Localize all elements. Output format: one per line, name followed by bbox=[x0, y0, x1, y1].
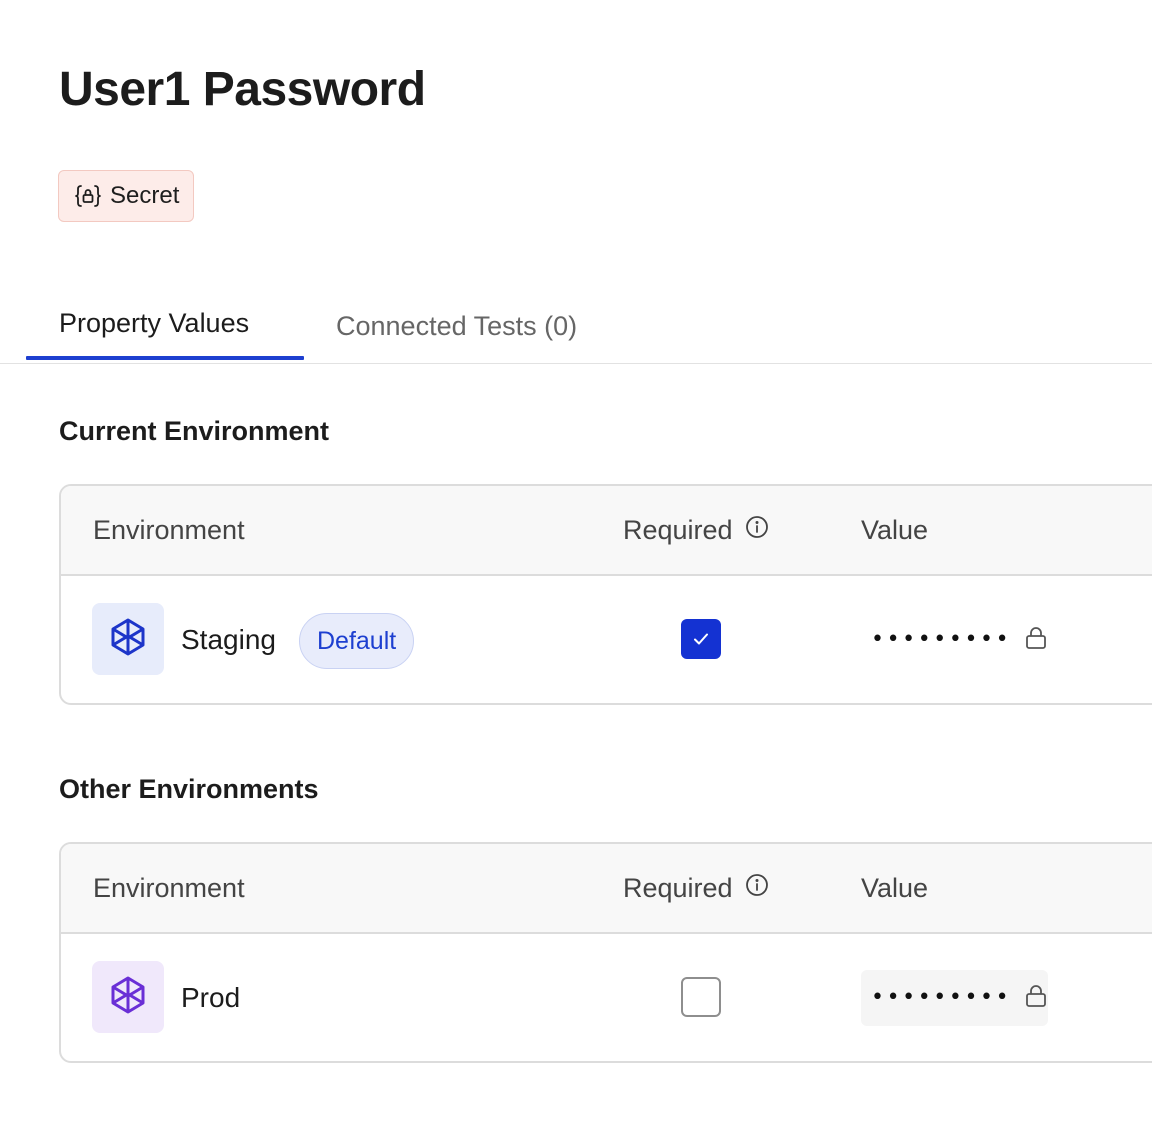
current-environment-heading: Current Environment bbox=[59, 416, 330, 446]
cube-icon bbox=[108, 975, 148, 1020]
default-badge: Default bbox=[299, 613, 415, 669]
secret-badge-label: Secret bbox=[110, 182, 180, 209]
column-header-value: Value bbox=[861, 514, 929, 545]
info-icon[interactable] bbox=[745, 873, 769, 904]
current-environment-table: Environment Required Value Staging Defau… bbox=[59, 484, 1152, 705]
column-header-required-label: Required bbox=[623, 872, 733, 903]
info-icon[interactable] bbox=[745, 515, 769, 546]
environment-name: Staging bbox=[181, 623, 276, 655]
lock-icon bbox=[1025, 626, 1047, 655]
secret-value-field[interactable]: ••••••••• bbox=[861, 970, 1048, 1026]
table-row: Prod ••••••••• bbox=[61, 934, 1152, 1061]
lock-icon bbox=[1025, 984, 1047, 1013]
column-header-required: Required bbox=[623, 844, 769, 932]
column-header-environment: Environment bbox=[93, 514, 245, 545]
check-icon bbox=[694, 633, 708, 645]
table-header: Environment Required Value bbox=[61, 844, 1152, 934]
masked-value: ••••••••• bbox=[871, 627, 1012, 652]
tab-connected-tests[interactable]: Connected Tests (0) bbox=[336, 290, 577, 362]
column-header-value: Value bbox=[861, 872, 929, 903]
required-checkbox[interactable] bbox=[681, 619, 721, 659]
required-checkbox[interactable] bbox=[681, 977, 721, 1017]
lock-braces-icon bbox=[75, 183, 101, 209]
cube-icon bbox=[108, 617, 148, 662]
column-header-environment: Environment bbox=[93, 872, 245, 903]
secret-badge: Secret bbox=[58, 170, 195, 222]
column-header-required-label: Required bbox=[623, 514, 733, 545]
column-header-required: Required bbox=[623, 486, 769, 574]
tab-bar: Property Values Connected Tests (0) bbox=[0, 290, 1152, 364]
tab-property-values[interactable]: Property Values bbox=[26, 287, 304, 360]
environment-name: Prod bbox=[181, 981, 241, 1013]
secret-value-field[interactable]: ••••••••• bbox=[861, 612, 1048, 668]
environment-avatar bbox=[92, 961, 164, 1033]
other-environments-table: Environment Required Value Prod ••••••••… bbox=[59, 842, 1152, 1063]
environment-avatar bbox=[92, 603, 164, 675]
masked-value: ••••••••• bbox=[871, 985, 1012, 1010]
table-header: Environment Required Value bbox=[61, 486, 1152, 576]
other-environments-heading: Other Environments bbox=[59, 774, 319, 804]
table-row: Staging Default ••••••••• bbox=[61, 576, 1152, 703]
page-title: User1 Password bbox=[59, 63, 426, 116]
